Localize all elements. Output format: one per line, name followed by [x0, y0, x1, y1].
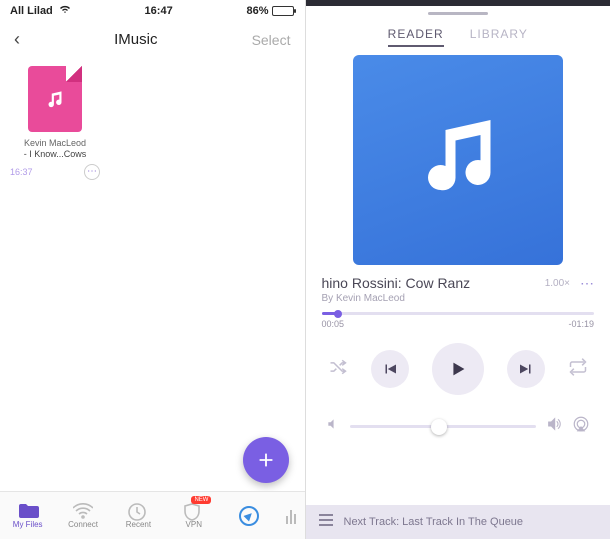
tab-reader[interactable]: READER: [388, 27, 444, 41]
time-remaining: -01:19: [568, 319, 594, 329]
tab-label: Recent: [126, 520, 151, 529]
battery-pct: 86%: [246, 5, 268, 17]
back-button[interactable]: ‹: [14, 29, 20, 50]
player-controls: [306, 331, 610, 407]
volume-low-icon: [326, 417, 340, 436]
time-elapsed: 00:05: [322, 319, 345, 329]
clock-icon: [128, 503, 148, 519]
airplay-button[interactable]: [572, 415, 590, 438]
shuffle-button[interactable]: [328, 357, 348, 382]
tab-vpn[interactable]: NEW VPN: [166, 492, 221, 539]
file-author: Kevin MacLeod: [10, 138, 100, 149]
wifi-icon: [59, 4, 71, 17]
clock-label: 16:47: [145, 5, 173, 17]
compass-icon: [239, 506, 259, 526]
volume-slider[interactable]: [350, 425, 537, 428]
tab-browser[interactable]: [221, 492, 276, 539]
tab-connect[interactable]: Connect: [55, 492, 110, 539]
volume-row: [306, 407, 610, 438]
bottom-tab-bar: My Files Connect Recent NEW VPN: [0, 491, 305, 539]
track-info: hino Rossini: Cow Ranz By Kevin MacLeod …: [306, 265, 610, 306]
shield-icon: [184, 503, 204, 519]
progress-slider[interactable]: [322, 312, 595, 315]
repeat-button[interactable]: [568, 357, 588, 382]
file-item[interactable]: Kevin MacLeod - I Know...Cows 16:37 ⋯: [10, 66, 100, 180]
connect-icon: [73, 503, 93, 519]
speed-button[interactable]: 1.00×: [545, 278, 570, 289]
queue-icon: [318, 513, 334, 532]
player-screen: READER LIBRARY hino Rossini: Cow Ranz By…: [306, 0, 610, 539]
tab-label: My Files: [13, 520, 43, 529]
tab-recent[interactable]: Recent: [111, 492, 166, 539]
bars-icon: [286, 508, 296, 524]
select-button[interactable]: Select: [252, 32, 291, 48]
player-tabs: READER LIBRARY: [306, 17, 610, 55]
tab-equalizer[interactable]: [277, 492, 305, 539]
queue-bar[interactable]: Next Track: Last Track In The Queue: [306, 505, 610, 539]
tab-label: VPN: [186, 520, 202, 529]
file-grid: Kevin MacLeod - I Know...Cows 16:37 ⋯: [0, 60, 305, 186]
status-bar: All Lilad 16:47 86%: [0, 0, 305, 21]
track-more-button[interactable]: ⋯: [580, 275, 594, 292]
sheet-handle[interactable]: [306, 6, 610, 17]
battery-icon: [272, 6, 294, 16]
add-button[interactable]: [243, 437, 289, 483]
new-badge: NEW: [191, 496, 211, 504]
progress-section: 00:05 -01:19: [306, 306, 610, 331]
file-more-button[interactable]: ⋯: [84, 164, 100, 180]
folder-icon: [18, 503, 38, 519]
previous-button[interactable]: [371, 350, 409, 388]
tab-my-files[interactable]: My Files: [0, 492, 55, 539]
file-title: - I Know...Cows: [10, 149, 100, 160]
next-button[interactable]: [507, 350, 545, 388]
page-title: IMusic: [114, 31, 157, 48]
file-time: 16:37: [10, 167, 33, 177]
music-file-icon: [28, 66, 82, 132]
play-button[interactable]: [432, 343, 484, 395]
album-art: [353, 55, 563, 265]
queue-label: Next Track: Last Track In The Queue: [344, 516, 524, 528]
carrier-label: All Lilad: [10, 5, 53, 17]
tab-label: Connect: [68, 520, 98, 529]
volume-high-icon: [546, 416, 562, 437]
top-nav: ‹ IMusic Select: [0, 21, 305, 60]
track-title: hino Rossini: Cow Ranz: [322, 275, 545, 291]
track-artist: By Kevin MacLeod: [322, 293, 545, 304]
files-screen: All Lilad 16:47 86% ‹ IMusic Select Kevi…: [0, 0, 306, 539]
tab-library[interactable]: LIBRARY: [470, 27, 528, 41]
